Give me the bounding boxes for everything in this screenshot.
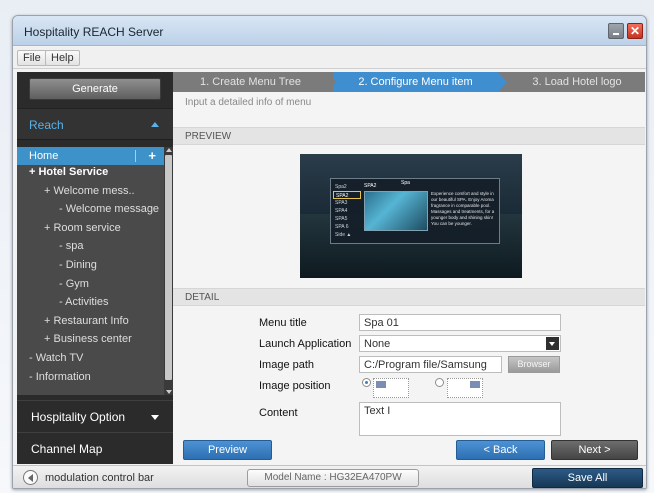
scroll-up-icon[interactable] <box>166 148 172 152</box>
channel-map-label: Channel Map <box>31 442 103 456</box>
preview-button[interactable]: Preview <box>183 440 272 460</box>
preview-list-item: SPA 6 <box>335 224 349 230</box>
menu-title-label: Menu title <box>259 317 307 329</box>
preview-list-item: SPA5 <box>335 216 348 222</box>
image-position-label: Image position <box>259 380 331 392</box>
browse-button[interactable]: Browser <box>508 356 560 373</box>
preview-header-label: PREVIEW <box>185 131 232 142</box>
menu-tree: Home + + Hotel Service + Welcome mess.. - … <box>17 147 164 395</box>
preview-heading: SPA2 <box>364 183 377 189</box>
image-marker <box>376 381 386 388</box>
preview-menu-panel: Spa Spa2 SPA2 SPA3 SPA4 SPA5 SPA 6 Side ▲ SPA2… <box>330 178 500 244</box>
tree-item[interactable]: + Welcome mess.. <box>44 185 135 203</box>
window-title: Hospitality REACH Server <box>24 25 164 39</box>
tree-item[interactable]: - Dining <box>59 259 97 277</box>
content-label: Content <box>259 407 298 419</box>
modulation-control-label[interactable]: modulation control bar <box>45 472 154 484</box>
image-path-label: Image path <box>259 359 315 371</box>
step-arrow-icon <box>498 72 507 92</box>
tree-item[interactable]: + Hotel Service <box>29 166 108 184</box>
back-button[interactable]: < Back <box>456 440 545 460</box>
preview-image: Spa Spa2 SPA2 SPA3 SPA4 SPA5 SPA 6 Side ▲ SPA2… <box>300 154 522 278</box>
tree-item[interactable]: - Information <box>29 371 91 389</box>
step-create-menu-tree[interactable]: 1. Create Menu Tree <box>173 72 328 92</box>
scroll-thumb[interactable] <box>165 155 172 380</box>
chevron-down-icon[interactable] <box>546 337 559 350</box>
app-window: Hospitality REACH Server ✕ File Help Gen… <box>12 15 647 489</box>
tree-item[interactable]: - Watch TV <box>29 352 83 370</box>
title-bar: Hospitality REACH Server ✕ <box>13 16 646 46</box>
launch-application-label: Launch Application <box>259 338 352 350</box>
tree-item[interactable]: + Restaurant Info <box>44 315 129 333</box>
tree-item[interactable]: + Room service <box>44 222 121 240</box>
wizard-steps: 1. Create Menu Tree 2. Configure Menu it… <box>173 72 645 92</box>
close-icon[interactable]: ✕ <box>627 23 643 39</box>
step-configure-menu-item[interactable]: 2. Configure Menu item <box>333 72 498 92</box>
image-path-input[interactable]: C:/Program file/Samsung <box>359 356 502 373</box>
launch-application-select[interactable]: None <box>359 335 561 352</box>
channel-map-section[interactable]: Channel Map <box>17 432 173 464</box>
tree-item[interactable]: - Activities <box>59 296 109 314</box>
hospitality-option-label: Hospitality Option <box>31 410 126 424</box>
add-icon[interactable]: + <box>148 148 156 163</box>
status-bar: modulation control bar Model Name : HG32… <box>13 465 646 488</box>
launch-application-value: None <box>364 338 391 350</box>
main-panel: 1. Create Menu Tree 2. Configure Menu it… <box>173 72 645 464</box>
tree-item-home[interactable]: Home + <box>17 147 164 165</box>
preview-list-item: Side ▲ <box>335 232 352 238</box>
instruction-text: Input a detailed info of menu <box>185 97 312 108</box>
scroll-down-icon[interactable] <box>166 390 172 394</box>
next-button[interactable]: Next > <box>551 440 638 460</box>
generate-button[interactable]: Generate <box>29 78 161 100</box>
image-marker <box>470 381 480 388</box>
step-arrow-icon <box>328 72 336 92</box>
detail-section-header: DETAIL <box>173 288 645 306</box>
preview-list-item: SPA3 <box>335 200 348 206</box>
position-top-left-thumbnail[interactable] <box>373 378 409 398</box>
position-top-right-radio[interactable] <box>435 378 444 387</box>
reach-section-header[interactable]: Reach <box>17 108 173 140</box>
detail-header-label: DETAIL <box>185 292 220 303</box>
preview-list-item: SPA4 <box>335 208 348 214</box>
tree-home-label: Home <box>29 150 59 162</box>
sidebar: Generate Reach Home + + Hotel Service + W… <box>17 72 173 464</box>
position-top-left-radio[interactable] <box>362 378 371 387</box>
collapse-up-icon <box>151 122 159 127</box>
save-all-button[interactable]: Save All <box>532 468 643 488</box>
minimize-icon[interactable] <box>608 23 624 39</box>
position-top-right-thumbnail[interactable] <box>447 378 483 398</box>
preview-title: Spa <box>401 180 410 186</box>
step-load-hotel-logo[interactable]: 3. Load Hotel logo <box>509 72 645 92</box>
preview-pool-image <box>364 191 428 231</box>
preview-section-header: PREVIEW <box>173 127 645 145</box>
divider <box>135 150 136 162</box>
chevron-left-icon[interactable] <box>23 470 38 485</box>
content-textarea[interactable]: Text I <box>359 402 561 436</box>
tree-item[interactable]: - spa <box>59 240 83 258</box>
preview-list: Spa2 SPA2 SPA3 SPA4 SPA5 SPA 6 Side ▲ <box>333 183 361 239</box>
menu-bar: File Help <box>13 47 646 69</box>
tree-item[interactable]: - Gym <box>59 278 89 296</box>
tree-scrollbar[interactable] <box>164 147 173 395</box>
model-name-display: Model Name : HG32EA470PW <box>247 469 419 487</box>
reach-label: Reach <box>29 118 64 132</box>
menu-title-input[interactable]: Spa 01 <box>359 314 561 331</box>
preview-list-item: SPA2 <box>333 191 361 199</box>
tree-item[interactable]: - Welcome message <box>59 203 159 221</box>
preview-list-item: Spa2 <box>335 184 347 190</box>
chevron-down-icon <box>151 415 159 420</box>
menu-help[interactable]: Help <box>45 50 80 66</box>
menu-file[interactable]: File <box>17 50 47 66</box>
preview-description: Experience comfort and style in our beau… <box>431 191 495 226</box>
hospitality-option-section[interactable]: Hospitality Option <box>17 400 173 432</box>
tree-item[interactable]: + Business center <box>44 333 132 351</box>
